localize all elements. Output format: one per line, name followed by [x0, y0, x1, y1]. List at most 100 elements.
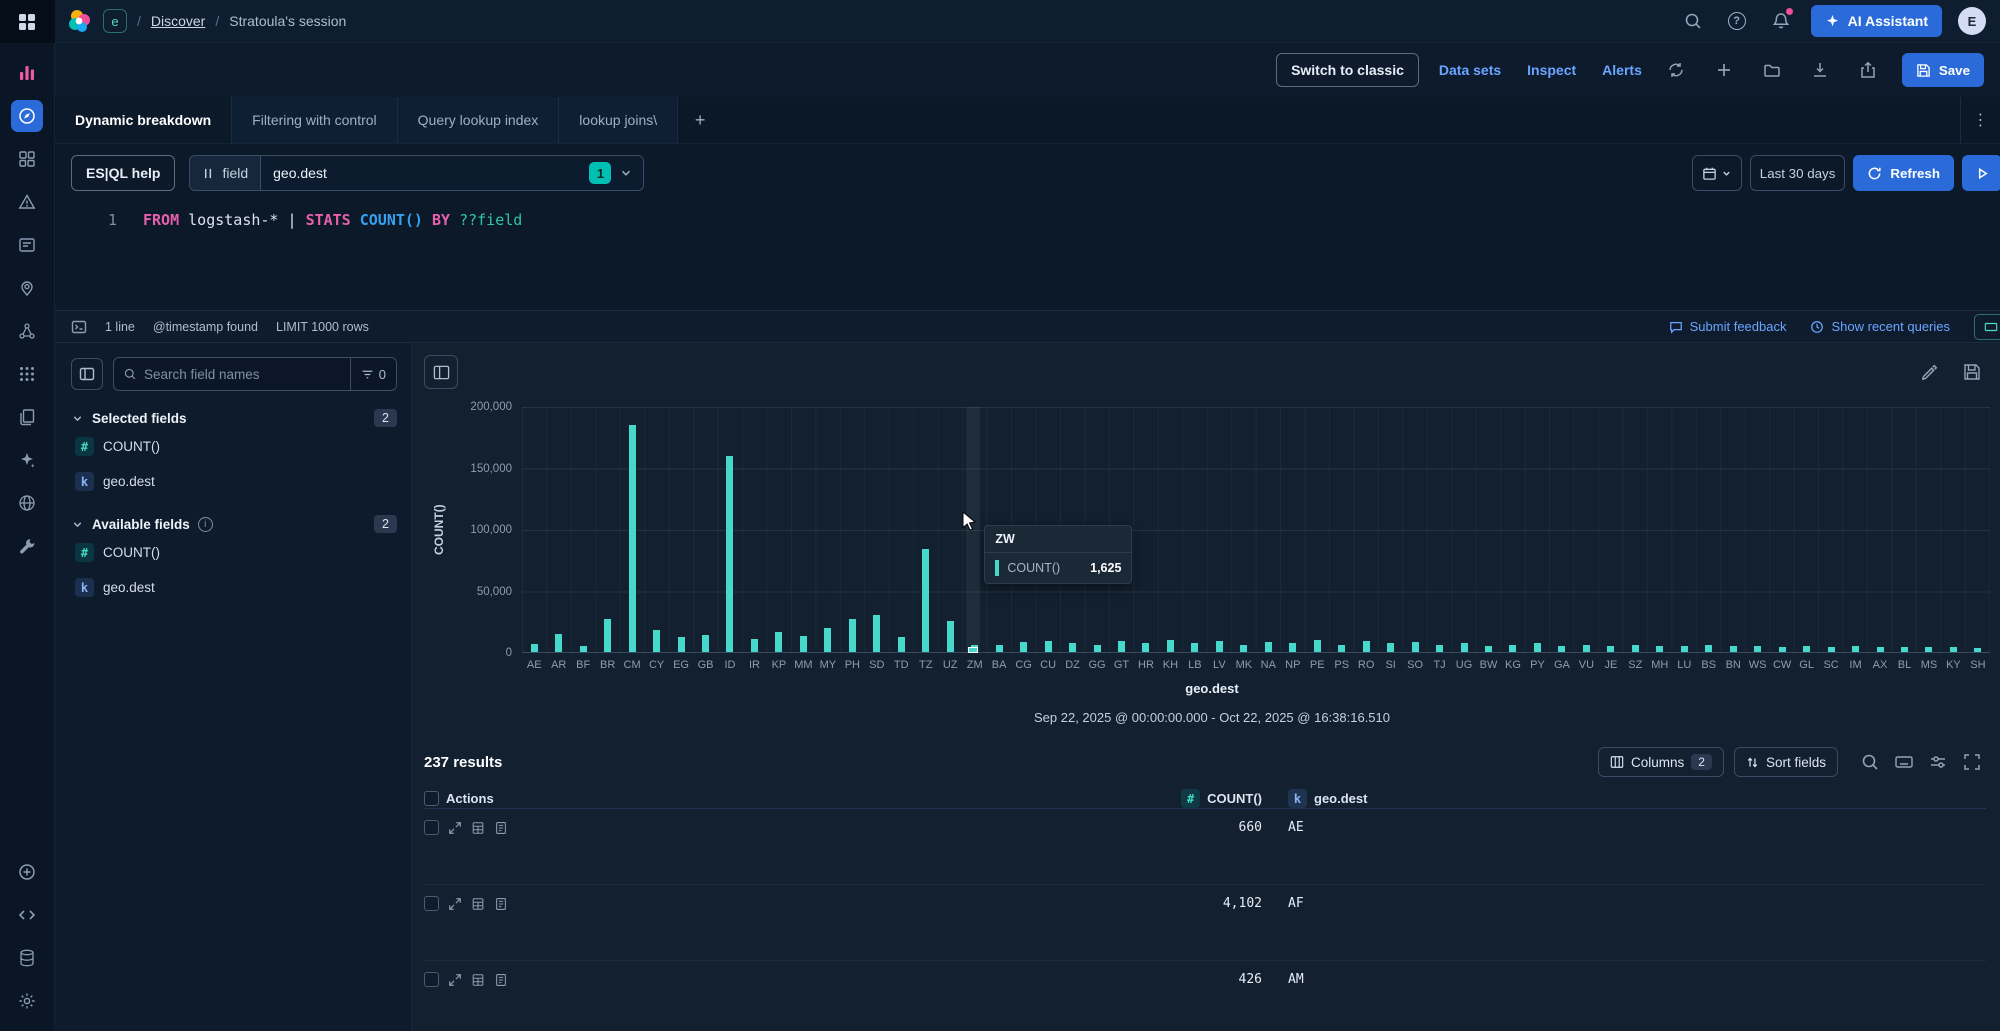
bar-HR[interactable]: [1142, 643, 1149, 652]
date-picker-button[interactable]: [1692, 155, 1742, 191]
bar-slot[interactable]: [718, 407, 742, 652]
toolbar-link-data-sets[interactable]: Data sets: [1439, 62, 1501, 78]
bar-KG[interactable]: [1509, 645, 1516, 652]
bar-slot[interactable]: [669, 407, 693, 652]
row-checkbox[interactable]: [424, 896, 439, 911]
bar-slot[interactable]: [1378, 407, 1402, 652]
new-session-button[interactable]: [1710, 56, 1738, 84]
add-icon[interactable]: [11, 856, 43, 888]
bar-slot[interactable]: [1329, 407, 1353, 652]
bar-BA[interactable]: [996, 645, 1003, 652]
bar-slot[interactable]: [571, 407, 595, 652]
table-row[interactable]: 426AM: [424, 961, 1986, 1031]
bar-slot[interactable]: [1794, 407, 1818, 652]
bar-TD[interactable]: [898, 637, 905, 652]
bar-slot[interactable]: [889, 407, 913, 652]
bar-slot[interactable]: [816, 407, 840, 652]
bar-PH[interactable]: [849, 619, 856, 652]
bar-CY[interactable]: [653, 630, 660, 652]
bar-slot[interactable]: [1966, 407, 1990, 652]
globe-icon[interactable]: [11, 487, 43, 519]
database-icon[interactable]: [11, 942, 43, 974]
submit-feedback-link[interactable]: Submit feedback: [1669, 319, 1787, 334]
field-item-geodest[interactable]: kgeo.dest: [71, 466, 397, 497]
open-session-button[interactable]: [1758, 56, 1786, 84]
bar-SI[interactable]: [1387, 643, 1394, 652]
pages-icon[interactable]: [11, 401, 43, 433]
row-checkbox[interactable]: [424, 820, 439, 835]
run-query-button[interactable]: [1962, 155, 2000, 191]
save-visualization-button[interactable]: [1958, 358, 1986, 386]
bar-IR[interactable]: [751, 639, 758, 652]
notifications-button[interactable]: [1767, 7, 1795, 35]
bar-LV[interactable]: [1216, 641, 1223, 652]
fullscreen-button[interactable]: [1958, 748, 1986, 776]
bar-slot[interactable]: [1452, 407, 1476, 652]
sort-fields-button[interactable]: Sort fields: [1734, 747, 1838, 777]
breadcrumb-discover-link[interactable]: Discover: [151, 13, 205, 29]
info-icon[interactable]: i: [198, 517, 213, 532]
bar-slot[interactable]: [1721, 407, 1745, 652]
bar-JE[interactable]: [1607, 646, 1614, 652]
bar-slot[interactable]: [1892, 407, 1916, 652]
visualize-icon[interactable]: [11, 57, 43, 89]
bar-slot[interactable]: [1501, 407, 1525, 652]
recent-queries-link[interactable]: Show recent queries: [1810, 319, 1950, 334]
bar-slot[interactable]: [644, 407, 668, 652]
bar-SO[interactable]: [1412, 642, 1419, 652]
keyboard-shortcuts-button[interactable]: [1890, 748, 1918, 776]
maps-icon[interactable]: [11, 272, 43, 304]
search-button[interactable]: [1679, 7, 1707, 35]
bar-slot[interactable]: [1525, 407, 1549, 652]
background-search-button[interactable]: [1662, 56, 1690, 84]
field-section-header[interactable]: Selected fields2: [71, 409, 397, 427]
app-menu-button[interactable]: [0, 0, 55, 43]
bar-NP[interactable]: [1289, 643, 1296, 652]
bar-RO[interactable]: [1363, 641, 1370, 652]
bar-LB[interactable]: [1191, 643, 1198, 652]
bar-AR[interactable]: [555, 634, 562, 652]
bar-slot[interactable]: [1305, 407, 1329, 652]
time-range-button[interactable]: Last 30 days: [1750, 155, 1846, 191]
bar-slot[interactable]: [595, 407, 619, 652]
dashboards-icon[interactable]: [11, 143, 43, 175]
bar-slot[interactable]: [1281, 407, 1305, 652]
bar-MY[interactable]: [824, 628, 831, 653]
code-icon[interactable]: [11, 899, 43, 931]
new-tab-button[interactable]: +: [678, 97, 722, 143]
bar-slot[interactable]: [1770, 407, 1794, 652]
bar-slot[interactable]: [1183, 407, 1207, 652]
esql-query-text[interactable]: FROM logstash-* | STATS COUNT() BY ??fie…: [143, 211, 522, 229]
bar-slot[interactable]: [1623, 407, 1647, 652]
board-icon[interactable]: [11, 229, 43, 261]
bar-CU[interactable]: [1045, 641, 1052, 652]
graph-icon[interactable]: [11, 315, 43, 347]
display-options-button[interactable]: [1924, 748, 1952, 776]
bar-DZ[interactable]: [1069, 643, 1076, 652]
bar-BR[interactable]: [604, 619, 611, 652]
bar-KY[interactable]: [1950, 647, 1957, 652]
bar-GG[interactable]: [1094, 645, 1101, 652]
field-item-geodest[interactable]: kgeo.dest: [71, 572, 397, 603]
bar-MK[interactable]: [1240, 645, 1247, 652]
collapse-fields-button[interactable]: [71, 358, 103, 390]
bar-slot[interactable]: [1427, 407, 1451, 652]
bar-slot[interactable]: [1843, 407, 1867, 652]
bar-slot[interactable]: [693, 407, 717, 652]
refresh-button[interactable]: Refresh: [1853, 155, 1954, 191]
chart-plot-area[interactable]: ZW COUNT() 1,625: [522, 407, 1990, 653]
bar-slot[interactable]: [1868, 407, 1892, 652]
bar-slot[interactable]: [914, 407, 938, 652]
bar-slot[interactable]: [1476, 407, 1500, 652]
sparkles-icon[interactable]: [11, 444, 43, 476]
bar-TZ[interactable]: [922, 549, 929, 652]
bar-CW[interactable]: [1779, 647, 1786, 652]
toolbar-link-inspect[interactable]: Inspect: [1527, 62, 1576, 78]
bar-SC[interactable]: [1828, 647, 1835, 652]
tab-options-button[interactable]: ⋮: [1960, 97, 2000, 143]
count-column-header[interactable]: COUNT(): [1207, 791, 1262, 806]
bar-BS[interactable]: [1705, 645, 1712, 652]
bar-BN[interactable]: [1730, 646, 1737, 652]
row-checkbox[interactable]: [424, 972, 439, 987]
bar-slot[interactable]: [938, 407, 962, 652]
